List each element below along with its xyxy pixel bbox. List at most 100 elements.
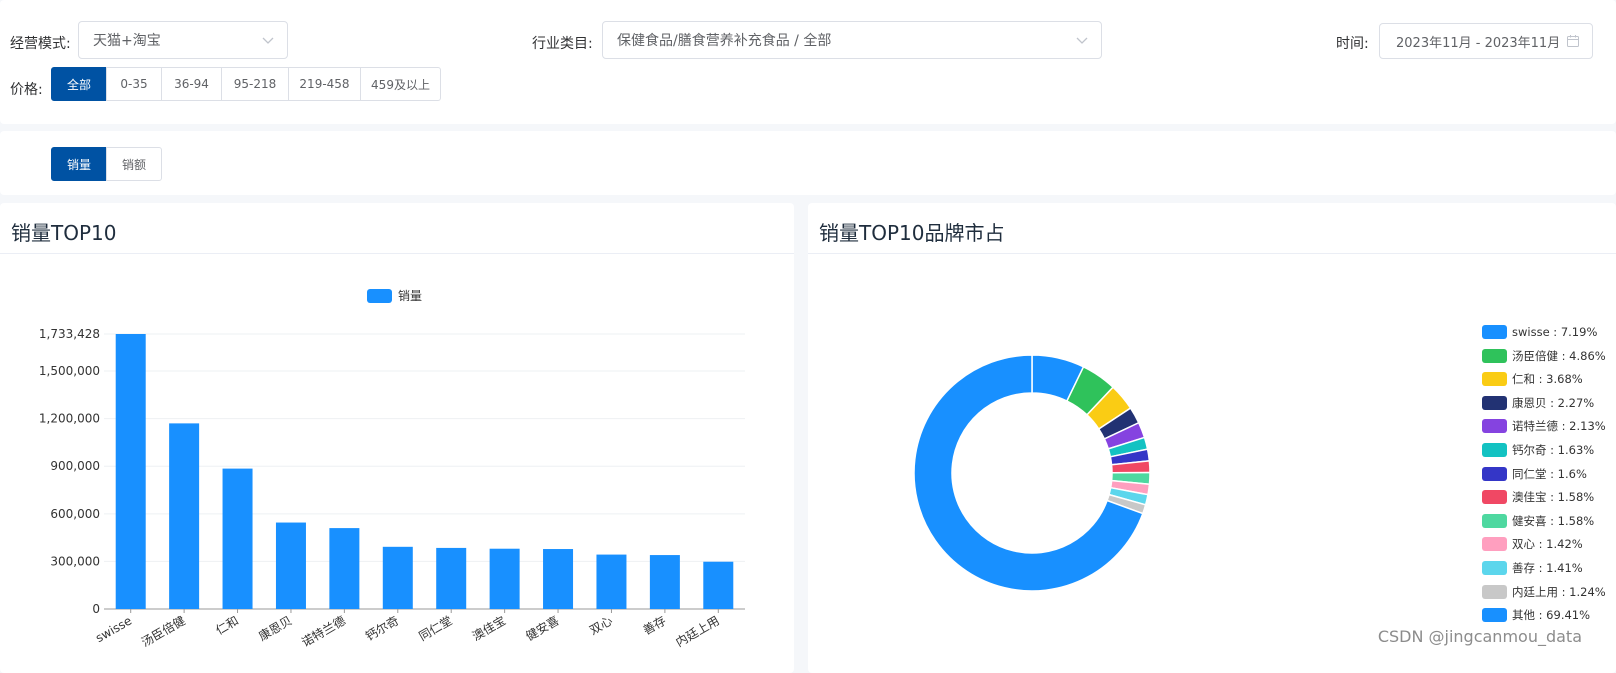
legend-label: 钙尔奇 : 1.63% [1512,443,1595,457]
bar [169,423,200,609]
bar [382,546,413,609]
bar [329,528,360,609]
legend-label: 汤臣倍健 : 4.86% [1512,348,1606,363]
metric-option-sales-amount[interactable]: 销额 [106,147,162,181]
filter-panel: 经营模式: 天猫+淘宝 行业类目: 保健食品/膳食营养补充食品 / 全部 时间:… [0,0,1616,124]
legend-swatch [367,289,392,303]
x-tick-label: 钙尔奇 [363,613,402,644]
legend-item[interactable]: swisse : 7.19% [1482,324,1597,340]
time-range-value: 2023年11月 - 2023年11月 [1396,35,1561,51]
legend-label: 诺特兰德 : 2.13% [1512,419,1606,434]
time-range-picker[interactable]: 2023年11月 - 2023年11月 [1379,23,1593,59]
pie-legend: swisse : 7.19% 汤臣倍健 : 4.86% 仁和 : 3.68% 康恩贝 … [1482,324,1616,644]
legend-item[interactable]: 澳佳宝 : 1.58% [1482,489,1594,505]
legend-swatch [1482,513,1507,528]
price-filter-group: 全部 0-35 36-94 95-218 219-458 459及以上 [51,67,441,101]
x-tick-label: 内廷上用 [673,613,722,649]
y-tick-label: 600,000 [50,507,100,521]
legend-label: 其他 : 69.41% [1512,608,1591,623]
donut-chart [913,354,1151,592]
bar [436,547,467,609]
legend-item[interactable]: 健安喜 : 1.58% [1482,513,1594,529]
metric-toggle-panel: 销量 销额 [0,131,1616,195]
legend-item[interactable]: 善存 : 1.41% [1482,560,1583,576]
bar-chart: 销量 0 300,000 600,000 900,000 1,200,000 1,500,0… [39,289,745,650]
category-label: 行业类目: [532,36,593,52]
price-option-all[interactable]: 全部 [51,67,107,101]
mode-select[interactable]: 天猫+淘宝 [78,21,288,59]
category-select-value: 保健食品/膳食营养补充食品 / 全部 [617,33,832,49]
x-tick-label: 汤臣倍健 [139,613,188,650]
legend-label: 内廷上用 : 1.24% [1512,584,1606,599]
x-tick-label: 健安喜 [523,613,562,644]
price-option-95-218[interactable]: 95-218 [221,67,289,101]
legend-label: 仁和 : 3.68% [1512,372,1583,387]
y-tick-label: 1,733,428 [39,327,100,341]
chevron-down-icon [1076,37,1088,44]
x-tick-label: 诺特兰德 [299,613,348,650]
x-tick-label: 同仁堂 [417,613,455,643]
legend-label: 澳佳宝 : 1.58% [1512,490,1595,505]
x-tick-label: swisse [93,613,134,645]
bar [222,468,253,609]
calendar-icon [1567,35,1579,47]
y-tick-label: 1,200,000 [39,412,100,426]
legend-swatch [1482,348,1507,363]
legend-label: 善存 : 1.41% [1512,561,1583,575]
time-label: 时间: [1336,36,1369,52]
bar [489,548,520,609]
legend-item[interactable]: 诺特兰德 : 2.13% [1482,418,1606,434]
y-tick-label: 0 [92,602,100,616]
price-option-36-94[interactable]: 36-94 [161,67,222,101]
legend-item[interactable]: 内廷上用 : 1.24% [1482,584,1606,600]
legend-swatch [1482,419,1507,434]
bar-chart-panel: 销量TOP10 销量 0 300,000 600,000 900,000 1,200,00… [0,203,794,673]
bar [596,554,627,609]
legend-item[interactable]: 其他 : 69.41% [1482,607,1590,623]
legend-swatch [1482,561,1507,575]
legend-swatch [1482,395,1507,410]
legend-swatch [1482,443,1507,457]
x-tick-label: 仁和 [213,613,241,637]
price-label: 价格: [10,82,43,98]
bar [703,561,734,609]
legend-label: 康恩贝 : 2.27% [1512,395,1595,410]
legend-swatch [1482,372,1507,387]
y-tick-label: 900,000 [50,459,100,473]
legend-swatch [1482,325,1507,339]
y-tick-label: 300,000 [50,554,100,568]
price-option-0-35[interactable]: 0-35 [106,67,162,101]
bar [275,522,306,609]
price-option-219-458[interactable]: 219-458 [288,67,361,101]
legend-item[interactable]: 仁和 : 3.68% [1482,371,1583,387]
legend-item[interactable]: 双心 : 1.42% [1482,536,1583,552]
mode-label: 经营模式: [10,36,71,52]
x-tick-label: 双心 [587,613,615,637]
bar [543,549,574,609]
watermark: CSDN @jingcanmou_data [1377,627,1582,646]
y-tick-label: 1,500,000 [39,364,100,378]
legend-item[interactable]: 汤臣倍健 : 4.86% [1482,348,1606,364]
legend-label: 销量 [398,289,422,303]
x-tick-label: 澳佳宝 [470,613,508,643]
legend-label: 同仁堂 : 1.6% [1512,466,1587,481]
legend-swatch [1482,608,1507,623]
legend-item[interactable]: 钙尔奇 : 1.63% [1482,442,1594,458]
x-tick-label: 康恩贝 [256,613,295,644]
legend-label: 健安喜 : 1.58% [1512,513,1595,528]
x-tick-label: 善存 [640,613,668,638]
mode-select-value: 天猫+淘宝 [93,33,161,49]
legend-swatch [1482,537,1507,552]
legend-label: swisse : 7.19% [1512,325,1598,339]
pie-chart-panel: 销量TOP10品牌市占 swisse : 7.19% 汤臣倍健 : 4.86% 仁和… [808,203,1616,673]
bar [649,555,680,609]
price-option-459-plus[interactable]: 459及以上 [360,67,441,101]
legend-swatch [1482,490,1507,505]
category-select[interactable]: 保健食品/膳食营养补充食品 / 全部 [602,21,1102,59]
legend-swatch [1482,584,1507,599]
legend-swatch [1482,466,1507,481]
legend-item[interactable]: 康恩贝 : 2.27% [1482,395,1594,411]
legend-item[interactable]: 同仁堂 : 1.6% [1482,466,1587,482]
legend-label: 双心 : 1.42% [1512,537,1583,552]
metric-option-sales-volume[interactable]: 销量 [51,147,107,181]
